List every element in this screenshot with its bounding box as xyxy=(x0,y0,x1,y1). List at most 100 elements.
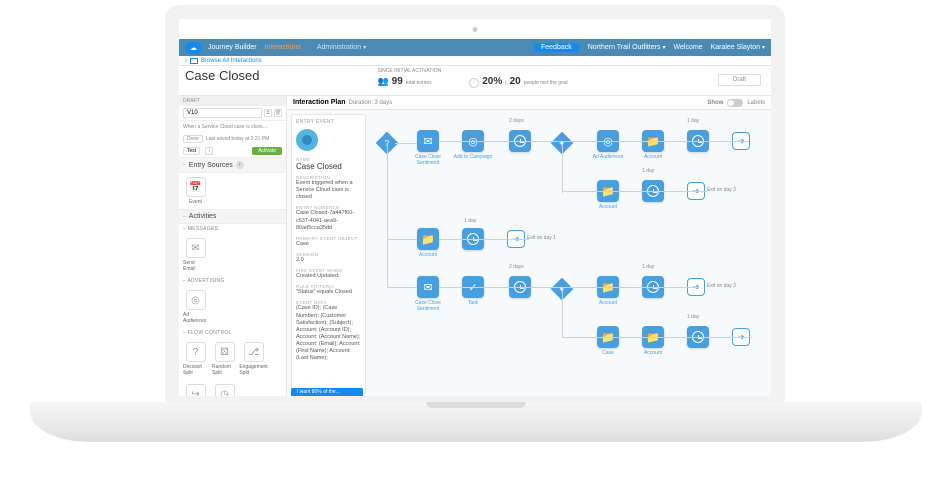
node-label: Case Close Sentiment xyxy=(408,300,448,312)
node-label: Account xyxy=(588,300,628,306)
fire-when: Created;Updated; xyxy=(296,273,361,280)
node-email[interactable]: ✉ xyxy=(417,130,439,152)
entry-description: Event triggered when a Service Cloud cas… xyxy=(296,180,361,201)
node-label: Case Close Sentiment xyxy=(408,154,448,166)
back-icon[interactable]: ‹ xyxy=(185,58,187,64)
duration-label: 1 day xyxy=(687,118,699,124)
duration-label: 2 days xyxy=(509,118,524,124)
done-pill: Done xyxy=(183,135,203,143)
chevron-down-icon: ▾ xyxy=(663,45,666,51)
laptop-base xyxy=(30,402,922,442)
node-label: Ad Audiences xyxy=(588,154,628,160)
duration-label: 1 day xyxy=(687,314,699,320)
tile-engagement-split[interactable]: ⎇Engagement Split xyxy=(241,342,266,376)
left-panel: DRAFT V10 ⧉ 🗑 When a Service Cloud case … xyxy=(179,96,287,396)
random-icon: ⚄ xyxy=(215,342,235,362)
primary-object: Case xyxy=(296,241,361,248)
node-email[interactable]: ✉ xyxy=(417,276,439,298)
version-select[interactable]: V10 xyxy=(183,108,262,118)
tile-decision-split[interactable]: ?Decision Split xyxy=(183,342,208,376)
duration-label: 1 day xyxy=(642,264,654,270)
node-label: Account xyxy=(633,350,673,356)
entry-version: 2.0 xyxy=(296,257,361,264)
people-icon: 👥 xyxy=(377,76,388,87)
show-label: Show xyxy=(707,100,723,106)
envelope-icon: ✉ xyxy=(186,238,206,258)
goal-num: 20 xyxy=(510,76,521,87)
labels-toggle[interactable] xyxy=(727,99,743,107)
nav-interactions[interactable]: Interactions xyxy=(265,44,301,51)
draft-header: DRAFT xyxy=(179,96,286,106)
node-label: Case xyxy=(588,350,628,356)
breadcrumb: ‹ Browse All Interactions xyxy=(179,56,771,66)
tile-ad-audiences[interactable]: ◎ Ad Audiences xyxy=(183,290,208,324)
flow-control-subheader: – FLOW CONTROL xyxy=(179,328,286,338)
event-data: (Case ID); (Case Number); (Customer Sati… xyxy=(296,305,361,362)
page-title: Case Closed xyxy=(185,68,259,83)
status-button[interactable]: Draft xyxy=(718,74,761,86)
topbar: ☁ Journey Builder Interactions Administr… xyxy=(179,39,771,56)
laptop-notch xyxy=(426,402,526,408)
calendar-icon: 📅 xyxy=(186,177,206,197)
exit-label: Exit on day 3 xyxy=(707,283,736,289)
tile-random-split[interactable]: ⚄Random Split xyxy=(212,342,237,376)
main-canvas: Interaction Plan Duration: 3 days Show L… xyxy=(287,96,771,396)
plan-title: Interaction Plan xyxy=(293,99,346,106)
tile-wait[interactable]: ◷Wait xyxy=(212,384,237,396)
tile-join[interactable]: ↪Join xyxy=(183,384,208,396)
goal-strip[interactable]: I want 80% of the… xyxy=(291,388,363,396)
node-label: Account xyxy=(408,252,448,258)
org-switcher[interactable]: Northern Trail Outfitters▾ xyxy=(588,44,666,51)
collapse-icon: – xyxy=(183,214,186,220)
entries-count: 99 xyxy=(392,76,403,87)
entry-sources-header[interactable]: – Entry Sources i xyxy=(179,157,286,173)
rule-criteria: "Status" equals Closed xyxy=(296,289,361,296)
app-screen: ☁ Journey Builder Interactions Administr… xyxy=(179,39,771,396)
tile-event[interactable]: 📅 Event xyxy=(183,177,208,205)
chevron-down-icon: ▾ xyxy=(363,45,366,51)
trash-icon[interactable]: 🗑 xyxy=(274,109,282,117)
browse-all-link[interactable]: Browse All Interactions xyxy=(201,58,262,64)
journey-note: When a Service Cloud case is close… xyxy=(179,121,286,133)
entry-name: Case Closed xyxy=(296,162,361,171)
feedback-button[interactable]: Feedback xyxy=(533,43,580,52)
goal-icon: ⚐ xyxy=(469,78,479,88)
exit-label: Exit on day 1 xyxy=(527,235,556,241)
entries-text: total entries xyxy=(406,80,432,86)
collapse-icon: – xyxy=(183,162,186,168)
last-saved: Last saved today at 2:21 PM xyxy=(206,136,269,142)
salesforce-cloud-icon: ☁ xyxy=(185,42,202,54)
info-icon[interactable]: i xyxy=(236,161,244,169)
activate-button[interactable]: Activate xyxy=(252,147,282,155)
app-name: Journey Builder xyxy=(208,44,257,51)
labels-label: Labels xyxy=(747,100,765,106)
info-icon[interactable]: i xyxy=(205,147,213,155)
node-label: Task xyxy=(453,300,493,306)
activities-header[interactable]: – Activities xyxy=(179,209,286,224)
journey-canvas[interactable]: ENTRY EVENT NAME Case Closed DESCRIPTION… xyxy=(287,110,771,396)
since-label: SINCE INITIAL ACTIVATION xyxy=(377,68,441,74)
advertising-subheader: – ADVERTISING xyxy=(179,276,286,286)
target-icon: ◎ xyxy=(186,290,206,310)
chevron-down-icon: ▾ xyxy=(762,45,765,51)
goal-pct: 20% xyxy=(482,76,502,87)
tile-send-email[interactable]: ✉ Send Email xyxy=(183,238,208,272)
grid-icon xyxy=(190,58,198,64)
test-button[interactable]: Test xyxy=(183,147,200,155)
join-icon: ↪ xyxy=(186,384,206,396)
copy-icon[interactable]: ⧉ xyxy=(264,109,272,117)
node-account[interactable]: 📁 xyxy=(417,228,439,250)
titlebar: Case Closed SINCE INITIAL ACTIVATION 👥 9… xyxy=(179,66,771,96)
entry-event-icon[interactable] xyxy=(296,129,318,151)
entry-audience: Case Closed-7a447f60-c537-4041-aea9-80ad… xyxy=(296,210,361,231)
user-menu[interactable]: Karalee Slayton▾ xyxy=(711,44,765,51)
node-label: Account xyxy=(588,204,628,210)
node-label: Account xyxy=(633,154,673,160)
question-icon: ? xyxy=(186,342,206,362)
duration-label: 1 day xyxy=(642,168,654,174)
duration-label: 2 days xyxy=(509,264,524,270)
messages-subheader: – MESSAGES xyxy=(179,224,286,234)
nav-administration[interactable]: Administration▾ xyxy=(317,44,366,51)
welcome-label: Welcome xyxy=(674,44,703,51)
entry-event-panel: ENTRY EVENT NAME Case Closed DESCRIPTION… xyxy=(291,114,366,394)
